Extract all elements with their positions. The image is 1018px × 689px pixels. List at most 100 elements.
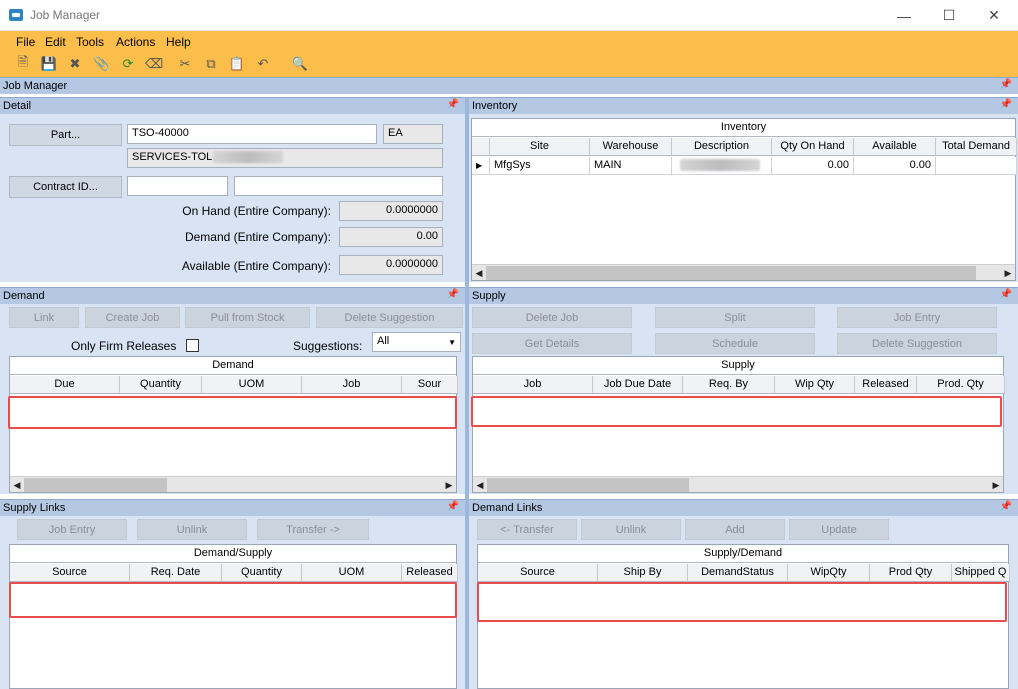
- col-source[interactable]: Source: [478, 564, 598, 582]
- col-uom[interactable]: UOM: [302, 564, 402, 582]
- transfer-right-button[interactable]: Transfer ->: [257, 519, 369, 540]
- schedule-button[interactable]: Schedule: [655, 333, 815, 354]
- col-job-due-date[interactable]: Job Due Date: [593, 376, 683, 394]
- col-quantity[interactable]: Quantity: [120, 376, 202, 394]
- copy-icon[interactable]: ⧉: [203, 56, 219, 72]
- pin-icon[interactable]: 📌: [447, 501, 459, 512]
- col-qty-on-hand[interactable]: Qty On Hand: [772, 138, 854, 156]
- col-prod-qty[interactable]: Prod Qty: [870, 564, 952, 582]
- delete-job-button[interactable]: Delete Job: [472, 307, 632, 328]
- pin-icon[interactable]: 📌: [1000, 289, 1012, 300]
- scroll-left-icon[interactable]: ◀: [10, 477, 24, 493]
- scroll-left-icon[interactable]: ◀: [473, 477, 487, 493]
- col-shipped-qty[interactable]: Shipped Q: [952, 564, 1010, 582]
- close-icon[interactable]: ✕: [971, 0, 1017, 31]
- cell-site[interactable]: MfgSys: [490, 157, 590, 175]
- job-manager-label: Job Manager: [3, 80, 68, 92]
- scroll-thumb[interactable]: [24, 478, 167, 492]
- col-quantity[interactable]: Quantity: [222, 564, 302, 582]
- part-button[interactable]: Part...: [9, 124, 122, 146]
- search-icon[interactable]: 🔍: [292, 56, 308, 72]
- delete-icon[interactable]: ✖: [67, 56, 83, 72]
- col-job[interactable]: Job: [302, 376, 402, 394]
- col-wip-qty[interactable]: Wip Qty: [775, 376, 855, 394]
- cell-description[interactable]: [672, 157, 772, 175]
- supply-hscroll[interactable]: ◀ ▶: [473, 476, 1003, 492]
- suggestions-select[interactable]: All ▼: [372, 332, 461, 352]
- row-selector-icon[interactable]: ▶: [472, 157, 490, 175]
- cell-warehouse[interactable]: MAIN: [590, 157, 672, 175]
- minimize-icon[interactable]: —: [881, 0, 927, 31]
- save-icon[interactable]: 💾: [41, 56, 57, 72]
- col-prod-qty[interactable]: Prod. Qty: [917, 376, 1005, 394]
- col-available[interactable]: Available: [854, 138, 936, 156]
- inventory-hscroll[interactable]: ◀ ▶: [472, 264, 1015, 280]
- col-req-date[interactable]: Req. Date: [130, 564, 222, 582]
- col-source[interactable]: Source: [10, 564, 130, 582]
- new-icon[interactable]: 🗎: [15, 54, 31, 72]
- contract-id-field[interactable]: [127, 176, 228, 196]
- create-job-button[interactable]: Create Job: [85, 307, 180, 328]
- scroll-thumb[interactable]: [487, 478, 689, 492]
- pin-icon[interactable]: 📌: [447, 99, 459, 110]
- job-entry-button[interactable]: Job Entry: [837, 307, 997, 328]
- col-wip-qty[interactable]: WipQty: [788, 564, 870, 582]
- col-site[interactable]: Site: [490, 138, 590, 156]
- col-released[interactable]: Released: [402, 564, 458, 582]
- col-ship-by[interactable]: Ship By: [598, 564, 688, 582]
- link-button[interactable]: Link: [9, 307, 79, 328]
- pin-icon[interactable]: 📌: [1000, 99, 1012, 110]
- menu-file[interactable]: File: [16, 35, 35, 49]
- delete-suggestion-button[interactable]: Delete Suggestion: [316, 307, 463, 328]
- clear-icon[interactable]: ⌫: [145, 56, 163, 72]
- highlight-box: [471, 396, 1002, 427]
- add-button[interactable]: Add: [685, 519, 785, 540]
- attach-icon[interactable]: 📎: [94, 56, 110, 72]
- cell-total-demand[interactable]: [936, 157, 1017, 175]
- pin-icon[interactable]: 📌: [1000, 79, 1012, 90]
- col-job[interactable]: Job: [473, 376, 593, 394]
- col-due[interactable]: Due: [10, 376, 120, 394]
- menu-edit[interactable]: Edit: [45, 35, 66, 49]
- contract-id-button[interactable]: Contract ID...: [9, 176, 122, 198]
- maximize-icon[interactable]: ☐: [926, 0, 972, 31]
- part-field[interactable]: TSO-40000: [127, 124, 377, 144]
- scroll-right-icon[interactable]: ▶: [989, 477, 1003, 493]
- supply-links-unlink-button[interactable]: Unlink: [137, 519, 247, 540]
- col-source[interactable]: Sour: [402, 376, 458, 394]
- refresh-icon[interactable]: ⟳: [120, 56, 136, 72]
- cell-available[interactable]: 0.00: [854, 157, 936, 175]
- col-total-demand[interactable]: Total Demand: [936, 138, 1017, 156]
- get-details-button[interactable]: Get Details: [472, 333, 632, 354]
- supply-header: Supply 📌: [469, 287, 1018, 304]
- demand-links-unlink-button[interactable]: Unlink: [581, 519, 681, 540]
- col-description[interactable]: Description: [672, 138, 772, 156]
- transfer-left-button[interactable]: <- Transfer: [477, 519, 577, 540]
- scroll-right-icon[interactable]: ▶: [442, 477, 456, 493]
- only-firm-checkbox[interactable]: [186, 339, 199, 352]
- scroll-right-icon[interactable]: ▶: [1001, 265, 1015, 281]
- col-uom[interactable]: UOM: [202, 376, 302, 394]
- paste-icon[interactable]: 📋: [229, 56, 245, 72]
- available-label: Available (Entire Company):: [181, 259, 331, 273]
- col-warehouse[interactable]: Warehouse: [590, 138, 672, 156]
- menu-actions[interactable]: Actions: [116, 35, 155, 49]
- menu-tools[interactable]: Tools: [76, 35, 104, 49]
- cell-qty-on-hand[interactable]: 0.00: [772, 157, 854, 175]
- menu-help[interactable]: Help: [166, 35, 191, 49]
- update-button[interactable]: Update: [789, 519, 889, 540]
- split-button[interactable]: Split: [655, 307, 815, 328]
- supply-delete-suggestion-button[interactable]: Delete Suggestion: [837, 333, 997, 354]
- scroll-left-icon[interactable]: ◀: [472, 265, 486, 281]
- cut-icon[interactable]: ✂: [177, 56, 193, 72]
- demand-hscroll[interactable]: ◀ ▶: [10, 476, 456, 492]
- supply-links-job-entry-button[interactable]: Job Entry: [17, 519, 127, 540]
- pin-icon[interactable]: 📌: [447, 289, 459, 300]
- scroll-thumb[interactable]: [486, 266, 976, 280]
- col-req-by[interactable]: Req. By: [683, 376, 775, 394]
- pin-icon[interactable]: 📌: [1000, 501, 1012, 512]
- col-demand-status[interactable]: DemandStatus: [688, 564, 788, 582]
- pull-from-stock-button[interactable]: Pull from Stock: [185, 307, 310, 328]
- undo-icon[interactable]: ↶: [255, 56, 271, 72]
- col-released[interactable]: Released: [855, 376, 917, 394]
